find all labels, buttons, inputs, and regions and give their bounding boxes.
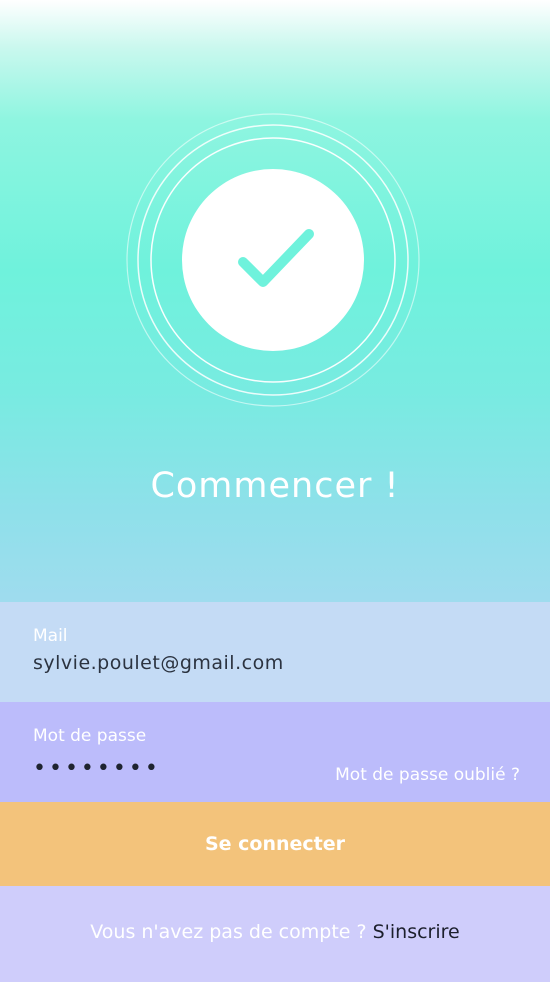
success-badge — [125, 112, 421, 408]
signup-link[interactable]: S'inscrire — [373, 921, 460, 943]
signup-question: Vous n'avez pas de compte ? — [90, 921, 367, 943]
email-label: Mail — [33, 626, 68, 646]
email-input[interactable]: sylvie.poulet@gmail.com — [33, 652, 284, 674]
signup-prompt: Vous n'avez pas de compte ? S'inscrire — [0, 886, 550, 982]
login-button[interactable]: Se connecter — [0, 802, 550, 886]
hero-section: Commencer ! — [0, 0, 550, 602]
check-icon — [126, 113, 420, 407]
password-field[interactable]: Mot de passe •••••••• Mot de passe oubli… — [0, 702, 550, 802]
forgot-password-link[interactable]: Mot de passe oublié ? — [335, 765, 520, 785]
email-field[interactable]: Mail sylvie.poulet@gmail.com — [0, 602, 550, 702]
password-label: Mot de passe — [33, 726, 147, 746]
page-title: Commencer ! — [150, 466, 400, 506]
password-input[interactable]: •••••••• — [33, 757, 161, 781]
